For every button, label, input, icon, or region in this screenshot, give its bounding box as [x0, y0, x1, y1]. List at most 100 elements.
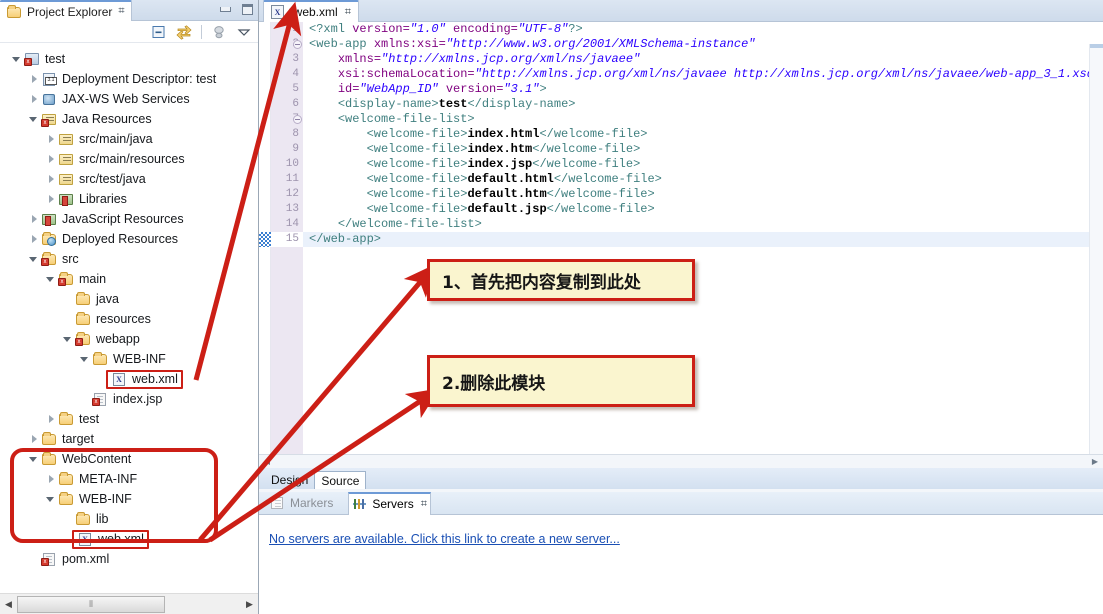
- explorer-horizontal-scrollbar[interactable]: ◀ ⫴ ▶: [0, 593, 258, 614]
- tree-item-javascript-resources[interactable]: JavaScript Resources: [0, 209, 258, 229]
- tab-markers[interactable]: Markers: [267, 492, 336, 515]
- tree-item-meta-inf[interactable]: META-INF: [0, 469, 258, 489]
- tree-item-content: src/main/resources: [58, 151, 185, 167]
- tree-item-web-inf[interactable]: WEB-INF: [0, 349, 258, 369]
- tree-item-web-xml[interactable]: Xweb.xml: [0, 529, 258, 549]
- tree-item-web-inf[interactable]: WEB-INF: [0, 489, 258, 509]
- code-line: </web-app>: [303, 232, 1103, 247]
- code-line: <welcome-file>default.html</welcome-file…: [366, 172, 662, 186]
- minimize-icon[interactable]: [219, 3, 232, 16]
- chevron-right-icon[interactable]: [27, 212, 41, 226]
- chevron-down-icon[interactable]: [10, 52, 24, 66]
- bottom-view-tabbar[interactable]: Markers Servers ⌗: [259, 491, 1103, 515]
- tree-item-java[interactable]: java: [0, 289, 258, 309]
- create-new-server-link[interactable]: No servers are available. Click this lin…: [269, 532, 620, 546]
- maven-pom-error-icon: x: [41, 551, 58, 567]
- tree-item-src[interactable]: x src: [0, 249, 258, 269]
- close-icon[interactable]: ⌗: [345, 6, 351, 19]
- tree-item-src-main-resources[interactable]: src/main/resources: [0, 149, 258, 169]
- project-tree[interactable]: xtestDeployment Descriptor: testJAX-WS W…: [0, 44, 258, 592]
- focus-on-active-task-icon[interactable]: [211, 24, 227, 40]
- overview-ruler[interactable]: [1089, 44, 1103, 454]
- line-number: 9: [292, 143, 299, 155]
- tree-item-label: test: [45, 52, 66, 66]
- tree-item-java-resources[interactable]: x Java Resources: [0, 109, 258, 129]
- chevron-right-icon[interactable]: [44, 192, 58, 206]
- tree-item-jax-ws-web-services[interactable]: JAX-WS Web Services: [0, 89, 258, 109]
- chevron-down-icon[interactable]: [44, 272, 58, 286]
- scroll-left-icon[interactable]: ◀: [0, 595, 17, 614]
- tab-servers[interactable]: Servers ⌗: [348, 491, 431, 515]
- tree-item-deployed-resources[interactable]: Deployed Resources: [0, 229, 258, 249]
- tree-item-src-test-java[interactable]: src/test/java: [0, 169, 258, 189]
- tree-item-src-main-java[interactable]: src/main/java: [0, 129, 258, 149]
- tree-item-pom-xml[interactable]: x pom.xml: [0, 549, 258, 569]
- tab-design[interactable]: Design: [265, 471, 314, 489]
- tree-item-webcontent[interactable]: WebContent: [0, 449, 258, 469]
- tree-item-content: WebContent: [41, 451, 131, 467]
- tree-item-label: pom.xml: [62, 552, 110, 566]
- tree-item-libraries[interactable]: Libraries: [0, 189, 258, 209]
- libraries-icon: [58, 191, 75, 207]
- chevron-down-icon[interactable]: [78, 352, 92, 366]
- tree-item-lib[interactable]: lib: [0, 509, 258, 529]
- fold-toggle-icon[interactable]: [293, 40, 302, 49]
- fold-toggle-icon[interactable]: [293, 115, 302, 124]
- scroll-left-icon[interactable]: ◀: [259, 457, 275, 466]
- chevron-down-icon[interactable]: [27, 112, 41, 126]
- line-number: 15: [271, 232, 303, 247]
- tree-item-test[interactable]: x test: [0, 49, 258, 69]
- highlighted-tree-item[interactable]: Xweb.xml: [106, 369, 183, 389]
- scroll-track[interactable]: ⫴: [17, 595, 241, 613]
- line-number: 4: [292, 68, 299, 80]
- chevron-down-icon[interactable]: [44, 492, 58, 506]
- maximize-icon[interactable]: [241, 3, 254, 16]
- chevron-right-icon[interactable]: [44, 172, 58, 186]
- line-number: 12: [285, 188, 299, 200]
- chevron-down-icon[interactable]: [61, 332, 75, 346]
- scroll-right-icon[interactable]: ▶: [241, 595, 258, 614]
- tab-web-xml[interactable]: X *web.xml ⌗: [263, 0, 359, 22]
- tree-item-deployment-descriptor-test[interactable]: Deployment Descriptor: test: [0, 69, 258, 89]
- code-text[interactable]: <?xml version="1.0" encoding="UTF-8"?> <w…: [303, 22, 1103, 454]
- chevron-right-icon[interactable]: [27, 432, 41, 446]
- tree-item-main[interactable]: x main: [0, 269, 258, 289]
- chevron-down-icon[interactable]: [27, 452, 41, 466]
- tree-item-webapp[interactable]: x webapp: [0, 329, 258, 349]
- editor-horizontal-scrollbar[interactable]: ◀ ▶: [259, 454, 1103, 468]
- line-number: 5: [292, 83, 299, 95]
- chevron-right-icon[interactable]: [44, 152, 58, 166]
- tree-item-web-xml[interactable]: Xweb.xml: [0, 369, 258, 389]
- chevron-right-icon[interactable]: [27, 72, 41, 86]
- link-with-editor-icon[interactable]: [176, 24, 192, 40]
- tree-item-target[interactable]: target: [0, 429, 258, 449]
- tree-item-label: JavaScript Resources: [62, 212, 184, 226]
- tree-item-content: x Java Resources: [41, 111, 152, 127]
- scroll-thumb[interactable]: ⫴: [17, 595, 165, 613]
- design-source-tabbar[interactable]: Design Source: [259, 468, 1103, 489]
- chevron-right-icon[interactable]: [27, 92, 41, 106]
- tree-item-test[interactable]: test: [0, 409, 258, 429]
- chevron-right-icon[interactable]: [44, 412, 58, 426]
- folder-icon: [41, 431, 58, 447]
- close-icon[interactable]: ⌗: [118, 5, 124, 18]
- code-editor[interactable]: 123456789101112131415 <?xml version="1.0…: [259, 22, 1103, 454]
- chevron-right-icon[interactable]: [44, 132, 58, 146]
- chevron-right-icon[interactable]: [27, 232, 41, 246]
- tree-item-index-jsp[interactable]: x index.jsp: [0, 389, 258, 409]
- chevron-right-icon[interactable]: [44, 472, 58, 486]
- close-icon[interactable]: ⌗: [421, 498, 427, 511]
- line-marker-icon[interactable]: [259, 232, 271, 247]
- view-menu-icon[interactable]: [236, 24, 252, 40]
- tree-item-resources[interactable]: resources: [0, 309, 258, 329]
- tree-item-content: META-INF: [58, 471, 137, 487]
- tab-source[interactable]: Source: [314, 471, 367, 489]
- tab-project-explorer[interactable]: Project Explorer ⌗: [0, 0, 132, 21]
- scroll-right-icon[interactable]: ▶: [1087, 457, 1103, 466]
- chevron-down-icon[interactable]: [27, 252, 41, 266]
- collapse-all-icon[interactable]: [151, 24, 167, 40]
- highlighted-tree-item[interactable]: Xweb.xml: [72, 529, 149, 549]
